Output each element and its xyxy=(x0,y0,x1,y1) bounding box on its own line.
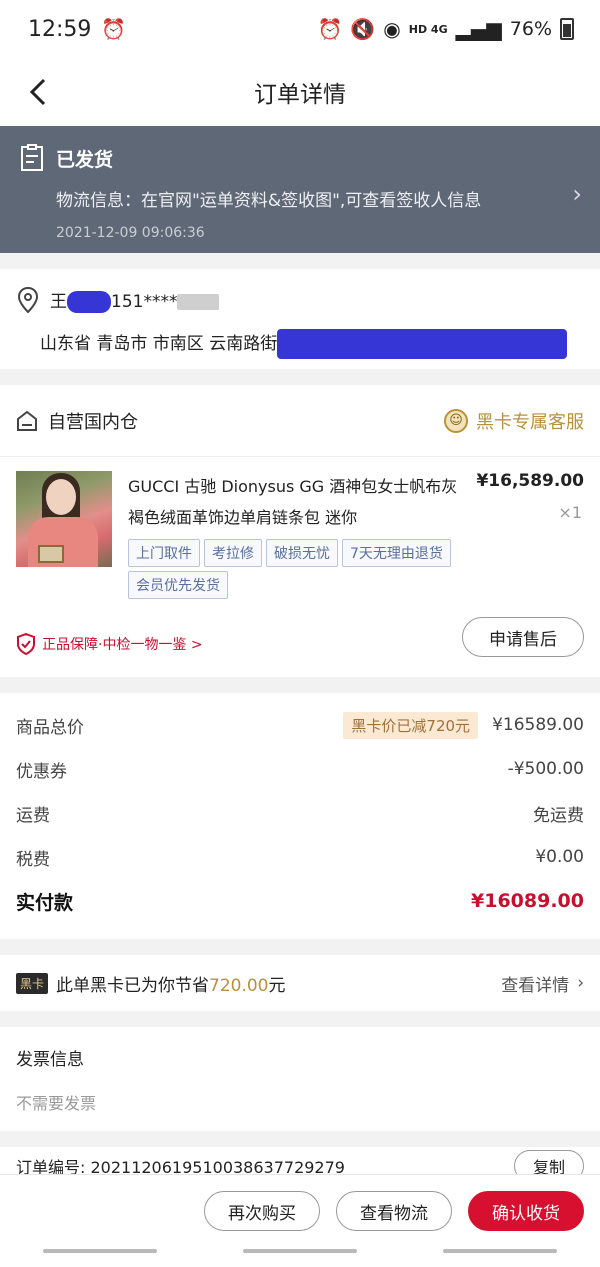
recipient-name: 王 xyxy=(50,292,67,312)
guarantee-label: 正品保障·中检一物一鉴 > xyxy=(42,637,203,653)
clipboard-icon xyxy=(21,144,43,171)
alarm-icon: ⏰ xyxy=(101,17,127,41)
savings-text: 此单黑卡已为你节省 xyxy=(56,975,210,996)
shield-check-icon xyxy=(17,633,35,655)
shipment-status: 已发货 xyxy=(56,148,114,171)
nav-bar: 订单详情 xyxy=(0,58,600,126)
product-card: 自营国内仓 ☺ 黑卡专属客服 GUCCI 古驰 Dionysus GG 酒神包女… xyxy=(0,385,600,677)
black-card-badge: 黑卡 xyxy=(16,972,49,994)
paid-label: 实付款 xyxy=(16,891,74,914)
location-pin-icon xyxy=(18,287,38,313)
service-tag: 考拉修 xyxy=(204,539,262,567)
tax-label: 税费 xyxy=(16,849,50,870)
customer-service-link[interactable]: ☺ 黑卡专属客服 xyxy=(444,408,584,434)
redacted-phone xyxy=(177,294,220,310)
battery-icon xyxy=(560,18,574,40)
service-tag: 上门取件 xyxy=(128,539,200,567)
nav-handle[interactable] xyxy=(443,1249,557,1253)
service-tag: 会员优先发货 xyxy=(128,571,228,599)
view-details-link[interactable]: 查看详情 xyxy=(501,971,569,996)
status-bar: 12:59 ⏰ ⏰ 🔇 ◉ HD 4G ▂▄▆ 76% xyxy=(0,0,600,58)
service-tags: 上门取件 考拉修 破损无忧 7天无理由退货 会员优先发货 xyxy=(128,539,478,599)
black-card-discount-badge: 黑卡价已减720元 xyxy=(343,711,479,739)
store-name: 自营国内仓 xyxy=(48,411,138,433)
address-card: 王 151**** 山东省 青岛市 市南区 云南路街 xyxy=(0,269,600,369)
service-tag: 7天无理由退货 xyxy=(342,539,451,567)
system-nav-bar xyxy=(0,1249,600,1253)
invoice-value: 不需要发票 xyxy=(16,1094,97,1113)
buy-again-button[interactable]: 再次购买 xyxy=(204,1191,320,1231)
product-quantity: ×1 xyxy=(558,503,582,522)
product-name: GUCCI 古驰 Dionysus GG 酒神包女士帆布灰褐色绒面革饰边单肩链条… xyxy=(128,477,458,527)
mute-icon: 🔇 xyxy=(350,17,376,41)
price-breakdown: 商品总价 黑卡价已减720元 ¥16589.00 优惠券 -¥500.00 运费… xyxy=(0,693,600,939)
savings-amount: 720.00 xyxy=(209,975,269,996)
nav-handle[interactable] xyxy=(243,1249,357,1253)
after-sale-button[interactable]: 申请售后 xyxy=(462,617,584,657)
shipment-time: 2021-12-09 09:06:36 xyxy=(56,225,205,241)
customer-service-icon: ☺ xyxy=(444,408,468,433)
page-title: 订单详情 xyxy=(254,82,346,108)
service-tag: 破损无忧 xyxy=(266,539,338,567)
signal-icon: ▂▄▆ xyxy=(455,17,502,41)
view-logistics-button[interactable]: 查看物流 xyxy=(336,1191,452,1231)
chevron-right-icon: › xyxy=(572,180,582,208)
goods-total-value: ¥16589.00 xyxy=(492,715,584,735)
black-card-savings[interactable]: 黑卡 此单黑卡已为你节省720.00元 查看详情 › xyxy=(0,955,600,1011)
recipient-address: 山东省 青岛市 市南区 云南路街 xyxy=(40,334,278,354)
tax-value: ¥0.00 xyxy=(535,847,584,867)
product-price: ¥16,589.00 xyxy=(476,471,584,491)
coupon-row: 优惠券 -¥500.00 xyxy=(16,747,584,791)
network-indicator: HD 4G xyxy=(408,22,448,36)
logistics-info: 物流信息：在官网"运单资料&签收图",可查看签收人信息 xyxy=(56,191,482,211)
chevron-right-icon: › xyxy=(577,973,584,993)
shipment-banner[interactable]: 已发货 物流信息：在官网"运单资料&签收图",可查看签收人信息 2021-12-… xyxy=(0,126,600,253)
shipping-value: 免运费 xyxy=(533,805,584,826)
goods-total-row: 商品总价 黑卡价已减720元 ¥16589.00 xyxy=(16,703,584,747)
shipping-row: 运费 免运费 xyxy=(16,791,584,835)
goods-total-label: 商品总价 xyxy=(16,717,84,738)
warehouse-icon xyxy=(17,410,37,431)
redacted-address xyxy=(277,329,568,359)
paid-value: ¥16089.00 xyxy=(471,890,584,912)
confirm-receipt-button[interactable]: 确认收货 xyxy=(468,1191,584,1231)
invoice-card: 发票信息 不需要发票 xyxy=(0,1027,600,1131)
coupon-value: -¥500.00 xyxy=(507,759,584,779)
back-button[interactable] xyxy=(18,72,58,112)
nav-handle[interactable] xyxy=(43,1249,157,1253)
hotspot-icon: ◉ xyxy=(383,17,401,41)
bottom-action-bar: 再次购买 查看物流 确认收货 xyxy=(0,1174,600,1267)
alarm-icon: ⏰ xyxy=(317,17,343,41)
product-image xyxy=(16,471,112,567)
product-item[interactable]: GUCCI 古驰 Dionysus GG 酒神包女士帆布灰褐色绒面革饰边单肩链条… xyxy=(0,457,600,599)
recipient-phone: 151**** xyxy=(111,292,178,312)
authenticity-guarantee-link[interactable]: 正品保障·中检一物一鉴 > xyxy=(16,633,203,655)
status-time: 12:59 xyxy=(28,16,92,42)
chevron-left-icon xyxy=(29,78,46,106)
redacted-name xyxy=(67,291,111,313)
shipping-label: 运费 xyxy=(16,805,50,826)
customer-service-label: 黑卡专属客服 xyxy=(476,411,584,433)
battery-percent: 76% xyxy=(509,18,552,40)
invoice-title: 发票信息 xyxy=(16,1050,84,1070)
tax-row: 税费 ¥0.00 xyxy=(16,835,584,879)
savings-unit: 元 xyxy=(268,975,286,996)
paid-row: 实付款 ¥16089.00 xyxy=(16,879,584,923)
coupon-label: 优惠券 xyxy=(16,761,67,782)
